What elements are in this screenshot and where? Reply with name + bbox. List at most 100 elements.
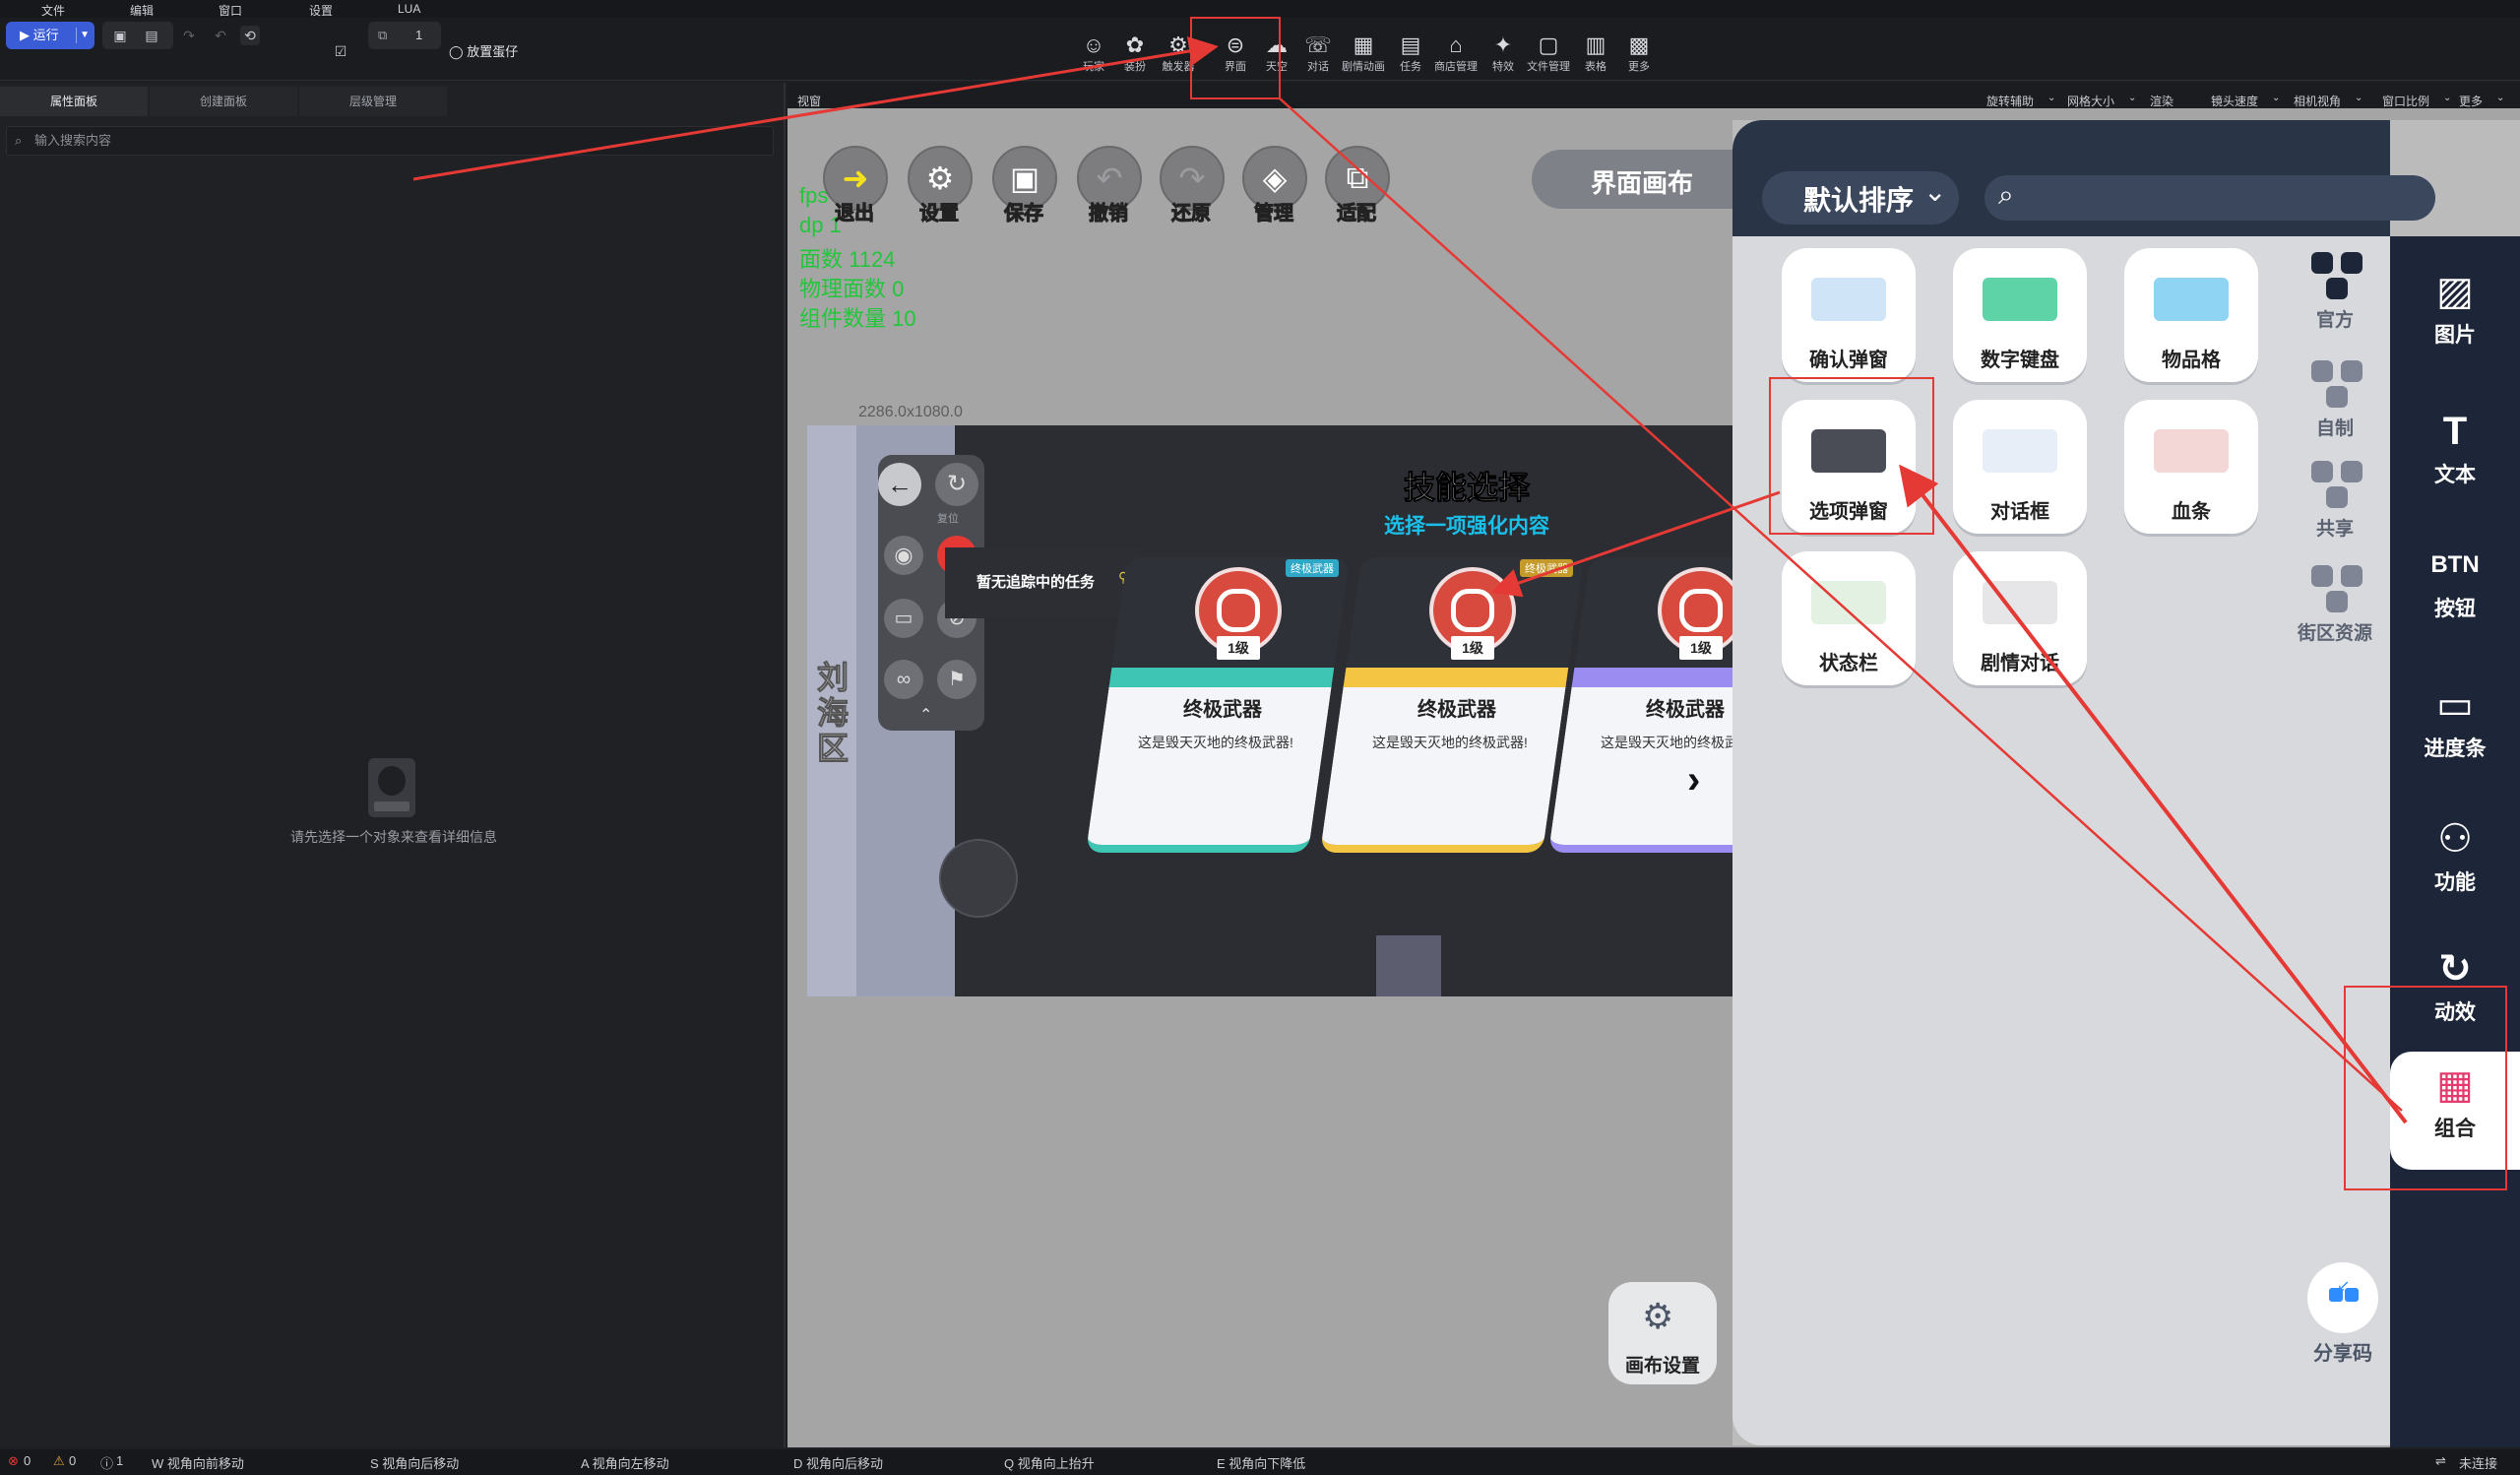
menu-settings[interactable]: 设置 (309, 2, 333, 19)
info-count[interactable]: 1 (116, 1453, 123, 1468)
tool-interface[interactable]: ⊜ 界面 (1213, 33, 1258, 74)
menu-window[interactable]: 窗口 (219, 2, 242, 19)
menu-lua[interactable]: LUA (398, 2, 420, 16)
widget-preview (2154, 278, 2229, 321)
widget-preview (1983, 278, 2057, 321)
shared-icon (2305, 459, 2364, 510)
canvas-settings-button[interactable]: ⚙ 画布设置 (1608, 1282, 1717, 1384)
card-description: 这是毁天灭地的终极武器! (1138, 735, 1293, 750)
source-tab[interactable]: 街区资源 (2286, 563, 2384, 645)
source-tab[interactable]: 官方 (2286, 250, 2384, 332)
widget-tile[interactable]: 血条 (2124, 400, 2258, 534)
hint-d: D 视角向后移动 (793, 1456, 884, 1471)
category-button[interactable]: BTN 按钮 (2390, 542, 2520, 622)
widget-search-input[interactable]: ⌕ (1984, 175, 2435, 221)
backpack-icon[interactable]: ▭ (884, 599, 923, 638)
checkbox-icon[interactable]: ☑ (331, 41, 350, 61)
save-icon[interactable]: ▣ (110, 26, 130, 45)
widget-tile[interactable]: 剧情对话 (1953, 551, 2087, 685)
tool-trigger[interactable]: ⚙ 触发器 (1156, 33, 1201, 74)
viewport-option[interactable]: 镜头速度 (2211, 93, 2258, 109)
share-code-button[interactable]: ↙ 分享码 (2303, 1262, 2382, 1366)
hint-q: Q 视角向上抬升 (1004, 1456, 1095, 1471)
tab-create[interactable]: 创建面板 (150, 87, 297, 116)
source-tab[interactable]: 共享 (2286, 459, 2384, 541)
category-animation[interactable]: ↻ 动效 (2390, 945, 2520, 1026)
card-badge: 终极武器 (1520, 559, 1573, 577)
card-stripe (1343, 668, 1569, 687)
binoculars-icon[interactable]: ∞ (884, 660, 923, 699)
widget-tile[interactable]: 物品格 (2124, 248, 2258, 382)
camera-icon[interactable]: ◉ (884, 536, 923, 575)
flag-icon[interactable]: ⚑ (937, 660, 976, 699)
redo-icon[interactable]: ↷ (179, 26, 199, 45)
undo-icon[interactable]: ↶ (211, 26, 230, 45)
tool-label: 界面 (1225, 61, 1246, 73)
warning-count[interactable]: 0 (69, 1453, 76, 1468)
tab-hierarchy[interactable]: 层级管理 (299, 87, 447, 116)
card-level: 1级 (1679, 636, 1723, 660)
next-arrow-icon[interactable]: › (1687, 758, 1700, 802)
tool-folder[interactable]: ▢ 文件管理 (1526, 33, 1571, 74)
chevron-down-icon: ⌄ (2048, 93, 2056, 103)
widget-tile[interactable]: 状态栏 (1782, 551, 1916, 685)
run-button[interactable]: ▶ 运行 ▼ (6, 22, 94, 49)
menu-edit[interactable]: 编辑 (130, 2, 154, 19)
tool-chat[interactable]: ☏ 对话 (1295, 33, 1341, 74)
collapse-chevron-icon[interactable]: ⌃ (919, 705, 932, 725)
widget-tile-label: 数字键盘 (1981, 350, 2059, 371)
category-label: 进度条 (2424, 738, 2487, 760)
game-btn-label: 还原 (1171, 203, 1212, 225)
error-count[interactable]: 0 (24, 1453, 31, 1468)
widget-tile[interactable]: 对话框 (1953, 400, 2087, 534)
tool-palette[interactable]: ✿ 装扮 (1112, 33, 1158, 74)
chevron-down-icon[interactable]: ▼ (80, 22, 90, 49)
menu-file[interactable]: 文件 (41, 2, 65, 19)
page-box[interactable]: ⧉ 1 (368, 22, 441, 49)
widget-tile[interactable]: 选项弹窗 (1782, 400, 1916, 534)
category-image[interactable]: ▨ 图片 (2390, 268, 2520, 349)
viewport-option[interactable]: 网格大小 (2067, 93, 2114, 109)
settings-icon: ⚙ (925, 160, 955, 196)
tool-table[interactable]: ▥ 表格 (1573, 33, 1618, 74)
source-tab-label: 街区资源 (2297, 623, 2372, 644)
category-progress-bar[interactable]: ▭ 进度条 (2390, 681, 2520, 762)
tool-people[interactable]: ☺ 玩家 (1071, 33, 1116, 74)
chevron-down-icon: ⌄ (2443, 93, 2452, 103)
function-icon: ⚇ (2437, 817, 2473, 861)
hint-s: S 视角向后移动 (370, 1456, 460, 1471)
revert-icon[interactable]: ⟲ (240, 26, 260, 45)
joystick[interactable] (939, 839, 1018, 918)
tab-properties[interactable]: 属性面板 (0, 87, 148, 116)
viewport-option[interactable]: 渲染 (2150, 93, 2174, 109)
search-input[interactable]: ⌕ 输入搜索内容 (6, 126, 774, 156)
viewport-option[interactable]: 相机视角 (2294, 93, 2341, 109)
category-combination[interactable]: ▦ 组合 (2390, 1052, 2520, 1170)
viewport-option[interactable]: 更多 (2459, 93, 2483, 109)
source-tab[interactable]: 自制 (2286, 358, 2384, 440)
category-function[interactable]: ⚇ 功能 (2390, 815, 2520, 896)
trigger-icon: ⚙ (1168, 32, 1188, 57)
file-group: ▣ ▤ (102, 22, 173, 49)
widget-preview (2154, 429, 2229, 473)
place-egg-button[interactable]: ◯ 放置蛋仔 (449, 41, 518, 60)
category-text[interactable]: T 文本 (2390, 408, 2520, 488)
reset-icon[interactable]: ↻ (935, 463, 978, 506)
hint-a: A 视角向左移动 (581, 1456, 669, 1471)
widget-tile[interactable]: 数字键盘 (1953, 248, 2087, 382)
sort-dropdown[interactable]: 默认排序 ⌄ (1762, 171, 1959, 224)
save-as-icon[interactable]: ▤ (142, 26, 161, 45)
tool-label: 装扮 (1124, 61, 1146, 73)
back-arrow-icon[interactable]: ← (878, 463, 921, 506)
tool-shop[interactable]: ⌂ 商店管理 (1433, 33, 1479, 74)
layers-icon: ◈ (1262, 160, 1288, 196)
tool-task[interactable]: ▤ 任务 (1388, 33, 1433, 74)
tool-label: 文件管理 (1527, 61, 1570, 73)
viewport-option[interactable]: 窗口比例 (2382, 93, 2429, 109)
widget-tile[interactable]: 确认弹窗 (1782, 248, 1916, 382)
tool-cloud[interactable]: ☁ 天空 (1254, 33, 1299, 74)
tool-sparkle[interactable]: ✦ 特效 (1480, 33, 1526, 74)
tool-grid[interactable]: ▩ 更多 (1616, 33, 1662, 74)
tool-film[interactable]: ▦ 剧情动画 (1341, 33, 1386, 74)
viewport-option[interactable]: 旋转辅助 (1986, 93, 2034, 109)
